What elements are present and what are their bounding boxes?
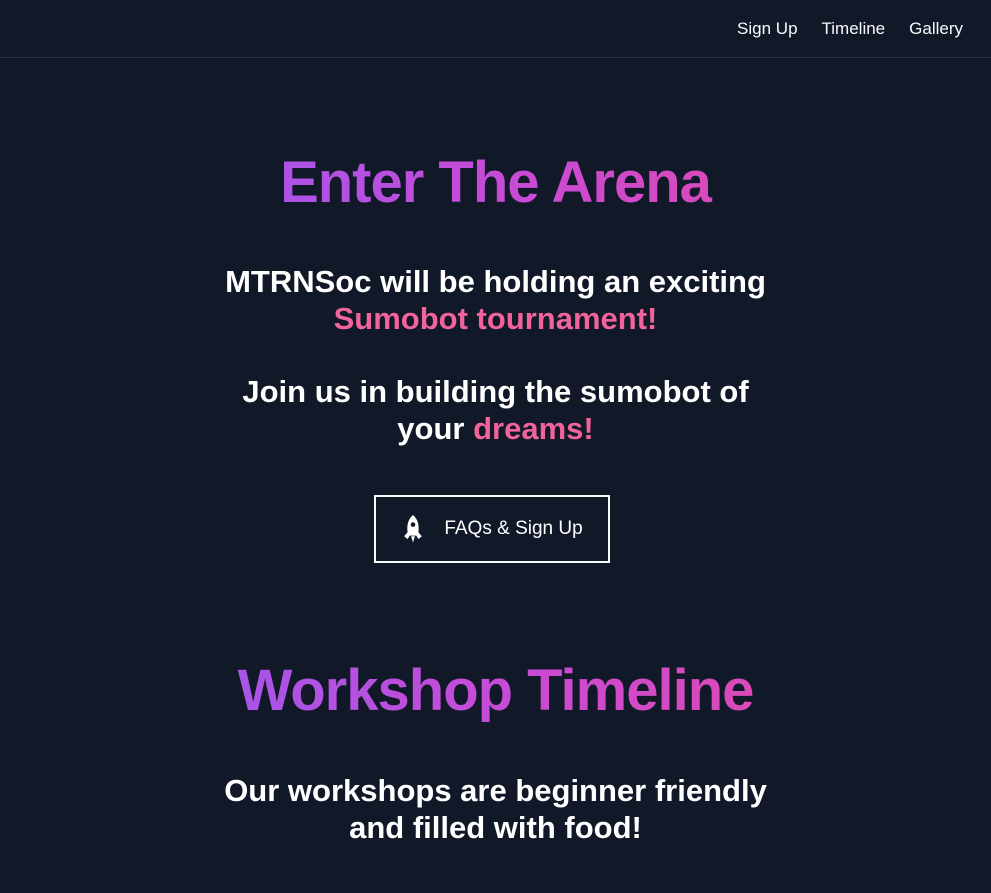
hero-join-middle: your bbox=[397, 411, 465, 446]
nav-link-timeline[interactable]: Timeline bbox=[822, 19, 886, 39]
hero-intro-accent: Sumobot tournament! bbox=[333, 301, 658, 336]
workshop-description-line-2: and filled with food! bbox=[349, 810, 642, 845]
hero-intro-prefix: MTRNSoc will be holding an exciting bbox=[225, 264, 766, 299]
workshop-title: Workshop Timeline bbox=[0, 656, 991, 726]
nav-link-gallery[interactable]: Gallery bbox=[909, 19, 963, 39]
nav-link-sign-up[interactable]: Sign Up bbox=[737, 19, 797, 39]
rocket-icon bbox=[404, 515, 423, 543]
workshop-description-line-1: Our workshops are beginner friendly bbox=[224, 773, 767, 808]
top-navigation: Sign Up Timeline Gallery bbox=[0, 0, 991, 58]
hero-join-accent: dreams! bbox=[473, 411, 594, 446]
hero-title: Enter The Arena bbox=[0, 148, 991, 218]
hero-join-text: Join us in building the sumobot of your … bbox=[0, 373, 991, 447]
faqs-sign-up-label: FAQs & Sign Up bbox=[444, 518, 583, 539]
workshop-description: Our workshops are beginner friendly and … bbox=[0, 772, 991, 846]
hero-join-prefix: Join us in building the sumobot of bbox=[242, 374, 749, 409]
hero-intro-text: MTRNSoc will be holding an exciting Sumo… bbox=[0, 263, 991, 337]
landing-page: Sign Up Timeline Gallery Enter The Arena… bbox=[0, 0, 991, 893]
faqs-sign-up-button[interactable]: FAQs & Sign Up bbox=[374, 495, 610, 563]
